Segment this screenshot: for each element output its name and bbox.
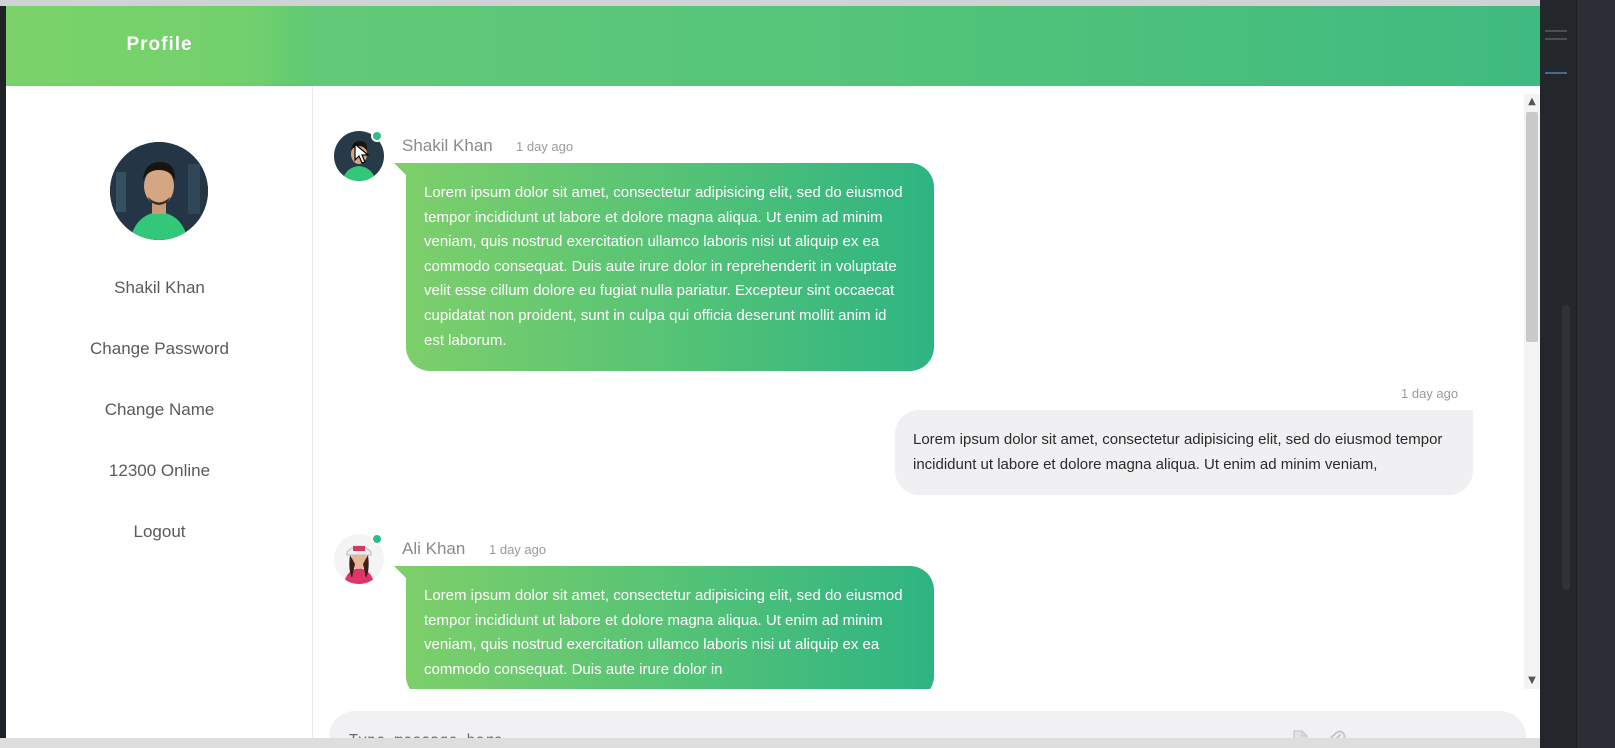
- incoming-message-bubble: Lorem ipsum dolor sit amet, consectetur …: [394, 566, 934, 689]
- message-time: 1 day ago: [489, 542, 547, 557]
- sidebar-title: Profile: [126, 34, 193, 55]
- profile-avatar[interactable]: [110, 142, 208, 240]
- scroll-up-arrow-icon[interactable]: ▲: [1524, 94, 1540, 110]
- chat-app: Profile Shakil Khan Change Password Chan…: [6, 6, 1540, 748]
- scrollbar-thumb[interactable]: [1526, 112, 1538, 342]
- message-list-scrollbar[interactable]: ▲ ▼: [1524, 94, 1540, 689]
- sidebar-item-change-password[interactable]: Change Password: [6, 339, 313, 359]
- message-time: 1 day ago: [1401, 386, 1459, 401]
- mouse-cursor-icon: [354, 143, 370, 164]
- online-indicator: [371, 533, 383, 545]
- message-list[interactable]: Shakil Khan 1 day ago Lorem ipsum dolor …: [313, 86, 1540, 689]
- sidebar-header: Profile: [6, 6, 313, 86]
- message-time: 1 day ago: [516, 139, 574, 154]
- sender-name: Shakil Khan: [402, 136, 493, 155]
- incoming-message-bubble: Lorem ipsum dolor sit amet, consectetur …: [394, 163, 934, 372]
- sidebar: Shakil Khan Change Password Change Name …: [6, 86, 313, 748]
- outgoing-message-bubble: Lorem ipsum dolor sit amet, consectetur …: [895, 410, 1473, 496]
- sidebar-item-logout[interactable]: Logout: [6, 522, 313, 542]
- scroll-down-arrow-icon[interactable]: ▼: [1524, 673, 1540, 689]
- sidebar-item-change-name[interactable]: Change Name: [6, 400, 313, 420]
- online-indicator: [371, 130, 383, 142]
- window-bottom-bar: [0, 738, 1540, 748]
- sidebar-user-name: Shakil Khan: [114, 278, 205, 297]
- chat-header: [313, 6, 1540, 86]
- background-editor-window: [1540, 0, 1615, 748]
- chat-panel: Shakil Khan 1 day ago Lorem ipsum dolor …: [313, 86, 1540, 748]
- sidebar-item-online-count: 12300 Online: [108, 461, 211, 480]
- sender-name: Ali Khan: [402, 539, 466, 558]
